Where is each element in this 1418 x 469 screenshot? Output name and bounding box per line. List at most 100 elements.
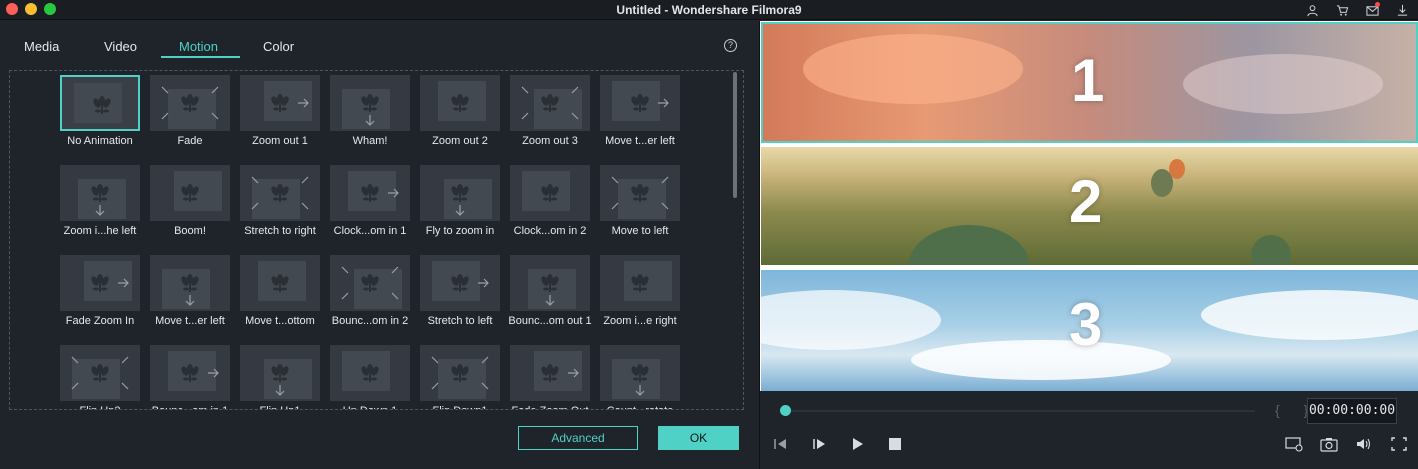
flower-icon <box>521 86 579 120</box>
tab-bar: Media Video Motion Color ? <box>0 21 758 59</box>
user-icon[interactable] <box>1304 2 1320 18</box>
preset-thumbnail <box>510 75 590 131</box>
preset-label: Fade <box>177 135 203 147</box>
play-button[interactable] <box>848 436 866 452</box>
preset-thumbnail <box>420 165 500 221</box>
motion-preset-item[interactable]: Stretch to right <box>239 165 321 245</box>
flower-icon <box>541 274 559 306</box>
motion-preset-item[interactable]: Fade Zoom Out <box>509 345 591 409</box>
motion-preset-item[interactable]: Clock...om in 1 <box>329 165 411 245</box>
preset-label: Count...rotate <box>593 405 687 409</box>
preset-label: Bounc...om in 2 <box>331 315 409 327</box>
motion-preset-item[interactable]: Move t...er left <box>599 75 681 155</box>
preset-thumbnail <box>420 255 500 311</box>
window-title: Untitled - Wondershare Filmora9 <box>616 3 802 17</box>
playback-bar: { } 00:00:00:00 <box>760 391 1418 469</box>
preset-label: Bounc...om out 1 <box>508 315 592 327</box>
render-preview-icon[interactable] <box>1285 436 1303 452</box>
motion-preset-item[interactable]: Fade <box>149 75 231 155</box>
motion-preset-item[interactable]: Boom! <box>149 165 231 245</box>
preset-label: Flip Down1 <box>413 405 507 409</box>
motion-preset-item[interactable]: Clock...om in 2 <box>509 165 591 245</box>
preset-label: Boom! <box>174 225 206 237</box>
preset-label: Flip Up2 <box>53 405 147 409</box>
motion-preset-item[interactable]: Bounc...om out 1 <box>508 255 592 335</box>
stop-button[interactable] <box>886 436 904 452</box>
preset-thumbnail <box>510 345 590 401</box>
motion-preset-item[interactable]: Up Down 1 <box>329 345 411 409</box>
cart-icon[interactable] <box>1334 2 1350 18</box>
preset-label: Move t...er left <box>605 135 675 147</box>
flower-icon <box>361 364 379 382</box>
preset-thumbnail <box>600 255 680 311</box>
mail-icon[interactable] <box>1364 2 1380 18</box>
preset-thumbnail <box>60 165 140 221</box>
flower-icon <box>451 94 469 112</box>
preset-label: Wham! <box>352 135 388 147</box>
grid-scrollbar[interactable] <box>733 72 737 198</box>
preset-label: Move t...er left <box>155 315 225 327</box>
motion-preset-item[interactable]: Fly to zoom in <box>419 165 501 245</box>
motion-preset-item[interactable]: Zoom out 2 <box>419 75 501 155</box>
motion-preset-item[interactable]: Wham! <box>329 75 411 155</box>
next-frame-button[interactable] <box>810 436 828 452</box>
volume-icon[interactable] <box>1355 436 1373 452</box>
snapshot-icon[interactable] <box>1320 436 1338 452</box>
tab-color[interactable]: Color <box>263 39 294 54</box>
preset-label: Fly to zoom in <box>425 225 495 237</box>
tab-motion[interactable]: Motion <box>179 39 218 54</box>
motion-preset-item[interactable]: Zoom out 1 <box>239 75 321 155</box>
preset-label: Clock...om in 1 <box>333 225 407 237</box>
fullscreen-icon[interactable] <box>1390 436 1408 452</box>
motion-preset-item[interactable]: Flip Up1 <box>239 345 321 409</box>
preview-panel: 1 2 3 { } 00:00:00:00 <box>759 21 1418 469</box>
motion-preset-item[interactable]: Count...rotate <box>599 345 681 409</box>
preview-canvas: 1 2 3 <box>760 21 1418 391</box>
motion-preset-item[interactable]: Bounc...om in 2 <box>329 255 411 335</box>
motion-preset-item[interactable]: Zoom i...he left <box>59 165 141 245</box>
preset-label: Bounc...om in 1 <box>143 405 237 409</box>
preset-label: Zoom out 3 <box>522 135 578 147</box>
ok-button[interactable]: OK <box>658 426 739 450</box>
motion-preset-item[interactable]: Flip Up2 <box>59 345 141 409</box>
preset-thumbnail <box>150 255 230 311</box>
motion-preset-item[interactable]: Zoom i...e right <box>599 255 681 335</box>
preset-thumbnail <box>330 75 410 131</box>
advanced-button[interactable]: Advanced <box>518 426 638 450</box>
motion-preset-item[interactable]: Fade Zoom In <box>59 255 141 335</box>
progress-track[interactable] <box>785 410 1255 412</box>
flower-icon <box>93 96 111 114</box>
preset-thumbnail <box>60 345 140 401</box>
tab-media[interactable]: Media <box>24 39 59 54</box>
preset-thumbnail <box>510 165 590 221</box>
motion-preset-item[interactable]: Move t...ottom <box>239 255 321 335</box>
download-icon[interactable] <box>1394 2 1410 18</box>
motion-preset-item[interactable]: Zoom out 3 <box>509 75 591 155</box>
preset-label: Stretch to right <box>244 225 316 237</box>
preset-thumbnail <box>420 345 500 401</box>
motion-preset-item[interactable]: No Animation <box>59 75 141 155</box>
strip-number: 3 <box>1069 291 1103 358</box>
previous-frame-button[interactable] <box>772 436 790 452</box>
motion-preset-item[interactable]: Move to left <box>599 165 681 245</box>
title-bar-icons <box>1304 2 1410 18</box>
help-icon[interactable]: ? <box>724 39 737 52</box>
notification-badge <box>1375 2 1380 7</box>
tab-video[interactable]: Video <box>104 39 137 54</box>
flower-icon <box>341 266 399 300</box>
preset-thumbnail <box>240 255 320 311</box>
flower-icon <box>251 176 309 210</box>
preview-strip-1: 1 <box>761 22 1418 143</box>
preset-label: Zoom i...he left <box>63 225 137 237</box>
motion-preset-item[interactable]: Bounc...om in 1 <box>149 345 231 409</box>
motion-preset-item[interactable]: Stretch to left <box>419 255 501 335</box>
progress-handle[interactable] <box>780 405 791 416</box>
preset-label: Fade Zoom In <box>65 315 135 327</box>
preset-thumbnail <box>330 345 410 401</box>
title-bar: Untitled - Wondershare Filmora9 <box>0 0 1418 20</box>
preset-thumbnail <box>240 75 320 131</box>
preset-label: Move to left <box>611 225 669 237</box>
flower-icon <box>541 184 559 202</box>
motion-preset-item[interactable]: Flip Down1 <box>419 345 501 409</box>
motion-preset-item[interactable]: Move t...er left <box>149 255 231 335</box>
